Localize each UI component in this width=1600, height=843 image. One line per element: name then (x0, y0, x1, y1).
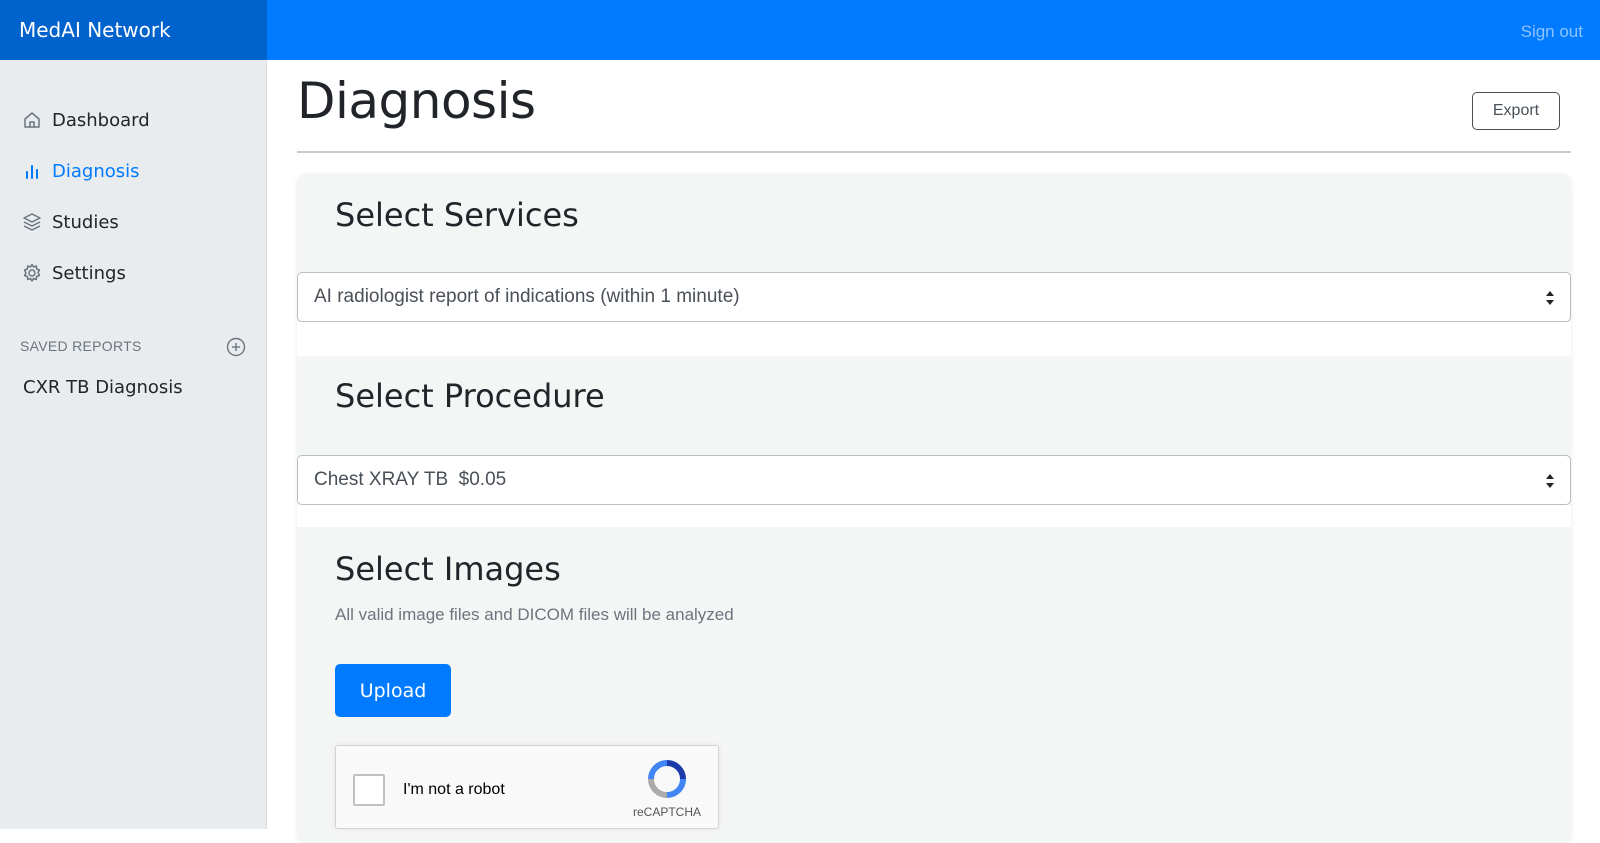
top-navbar: MedAI Network Sign out (0, 0, 1600, 60)
page-title: Diagnosis (297, 72, 536, 130)
sidebar: Dashboard Diagnosis Studies Settings SAV… (0, 60, 267, 829)
section-separator (297, 505, 1571, 527)
export-button[interactable]: Export (1472, 92, 1560, 130)
bar-chart-icon (22, 161, 42, 181)
select-arrows-icon (1544, 287, 1556, 309)
sidebar-item-diagnosis[interactable]: Diagnosis (22, 156, 140, 186)
images-heading: Select Images (335, 550, 561, 588)
brand-logo[interactable]: MedAI Network (0, 0, 267, 60)
upload-button[interactable]: Upload (335, 664, 451, 717)
recaptcha-logo-icon (647, 759, 687, 799)
sidebar-item-settings[interactable]: Settings (22, 258, 126, 288)
home-icon (22, 110, 42, 130)
recaptcha-widget: I'm not a robot reCAPTCHA (335, 745, 719, 829)
sidebar-item-label: Studies (52, 211, 119, 233)
recaptcha-checkbox[interactable] (353, 774, 385, 806)
sidebar-item-studies[interactable]: Studies (22, 207, 119, 237)
sign-out-link[interactable]: Sign out (1521, 0, 1583, 64)
sidebar-item-dashboard[interactable]: Dashboard (22, 105, 150, 135)
procedure-select-value: Chest XRAY TB $0.05 (314, 469, 507, 490)
services-heading: Select Services (335, 196, 579, 234)
saved-report-item[interactable]: CXR TB Diagnosis (23, 377, 183, 398)
services-select-value: AI radiologist report of indications (wi… (314, 286, 740, 307)
select-arrows-icon (1544, 470, 1556, 492)
sidebar-item-label: Settings (52, 262, 126, 284)
recaptcha-brand: reCAPTCHA (633, 805, 702, 819)
section-separator (297, 322, 1571, 356)
layers-icon (22, 212, 42, 232)
sidebar-item-label: Dashboard (52, 109, 150, 131)
procedure-select[interactable]: Chest XRAY TB $0.05 (297, 455, 1571, 505)
procedure-heading: Select Procedure (335, 377, 605, 415)
add-report-icon[interactable] (226, 337, 246, 357)
services-select[interactable]: AI radiologist report of indications (wi… (297, 272, 1571, 322)
sidebar-item-label: Diagnosis (52, 160, 140, 182)
images-hint: All valid image files and DICOM files wi… (335, 605, 734, 624)
header-divider (297, 151, 1571, 153)
saved-reports-heading: SAVED REPORTS (20, 338, 142, 354)
recaptcha-label: I'm not a robot (403, 781, 505, 798)
gear-icon (22, 263, 42, 283)
